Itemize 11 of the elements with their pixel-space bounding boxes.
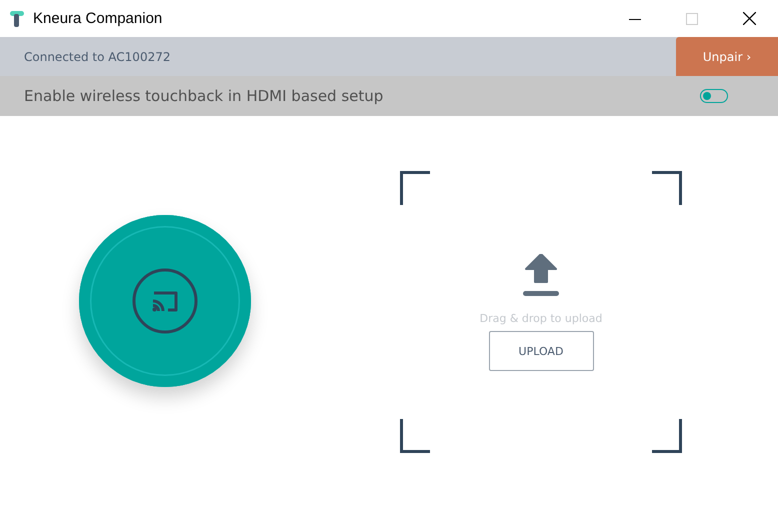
upload-icon [522, 254, 560, 297]
cast-icon [132, 268, 198, 334]
app-logo-icon [10, 10, 24, 26]
close-icon[interactable] [743, 12, 756, 25]
upload-button[interactable]: UPLOAD [488, 331, 594, 371]
touchback-label: Enable wireless touchback in HDMI based setup [24, 87, 384, 105]
window-title: Kneura Companion [33, 10, 162, 27]
drop-zone[interactable]: Drag & drop to upload UPLOAD [400, 171, 682, 453]
drop-hint: Drag & drop to upload [480, 312, 602, 325]
connection-status: Connected to AC100272 [24, 50, 170, 64]
touchback-toggle[interactable] [700, 89, 728, 103]
